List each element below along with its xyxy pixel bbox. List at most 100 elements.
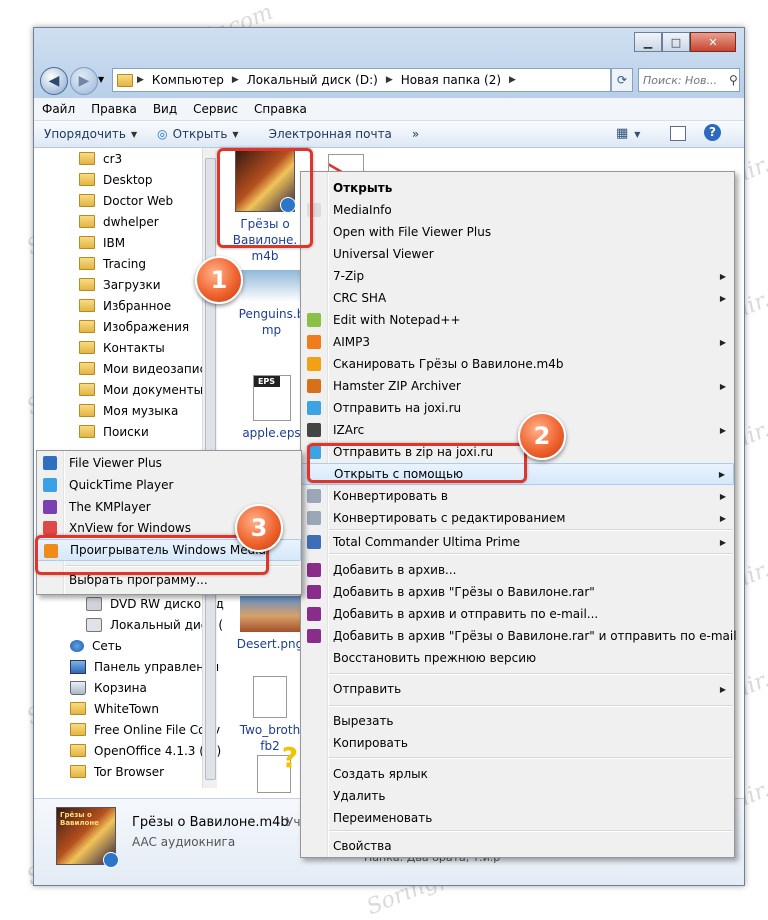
context-menu-item[interactable]: Создать ярлык [301, 763, 734, 785]
file-label: Penguins.b [238, 307, 305, 321]
breadcrumb-computer[interactable]: Компьютер [146, 73, 230, 87]
chevron-down-icon: ▼ [130, 129, 138, 139]
context-menu-item[interactable]: 7-Zip ▶ [301, 265, 734, 287]
file-item-penguins[interactable]: Penguins.b mp [234, 270, 309, 338]
menu-item-label: Edit with Notepad++ [333, 313, 461, 327]
menu-item-label: MediaInfo [333, 203, 392, 217]
context-menu-item[interactable]: MediaInfo [301, 199, 734, 221]
organize-button[interactable]: Упорядочить ▼ [34, 127, 147, 141]
winrar-icon [307, 607, 321, 621]
chevron-right-icon[interactable]: ▶ [384, 75, 395, 85]
tree-item[interactable]: Мои документы [79, 379, 203, 400]
minimize-button[interactable]: ▁ [634, 32, 662, 52]
menu-item-label: Open with File Viewer Plus [333, 225, 492, 239]
open-with-item[interactable]: QuickTime Player [37, 474, 301, 496]
context-menu-item[interactable]: Open with File Viewer Plus [301, 221, 734, 243]
context-menu-item[interactable]: Добавить в архив и отправить по e-mail..… [301, 603, 734, 625]
context-menu-item[interactable]: Удалить [301, 785, 734, 807]
tree-item[interactable]: cr3 [79, 148, 122, 169]
address-bar[interactable]: ▶ Компьютер ▶ Локальный диск (D:) ▶ Нова… [112, 68, 611, 92]
view-options-icon[interactable]: ▦ ▼ [616, 126, 640, 141]
search-input[interactable] [639, 72, 729, 88]
context-menu-item[interactable]: Сканировать Грёзы о Вавилоне.m4b [301, 353, 734, 375]
preview-pane-icon[interactable] [670, 126, 686, 141]
tree-item-label: dwhelper [103, 214, 159, 229]
chevron-right-icon[interactable]: ▶ [135, 75, 146, 85]
context-menu-item[interactable]: Конвертировать в ▶ [301, 485, 734, 507]
menu-tools[interactable]: Сервис [185, 102, 246, 116]
tree-item[interactable]: Загрузки [79, 274, 161, 295]
menu-help[interactable]: Справка [246, 102, 315, 116]
file-label: apple.eps [242, 426, 301, 440]
menu-item-label: Открыть [333, 181, 393, 195]
tree-item[interactable]: Мои видеозаписи [79, 358, 214, 379]
tree-item[interactable]: Избранное [79, 295, 171, 316]
context-menu-item[interactable]: Universal Viewer [301, 243, 734, 265]
context-menu-item[interactable]: Добавить в архив "Грёзы о Вавилоне.rar" [301, 581, 734, 603]
back-button[interactable]: ◀ [40, 67, 68, 95]
context-menu-item[interactable]: CRC SHA ▶ [301, 287, 734, 309]
maximize-button[interactable]: □ [662, 32, 690, 52]
tree-item[interactable]: Изображения [79, 316, 189, 337]
context-menu-item[interactable]: Переименовать [301, 807, 734, 829]
refresh-button[interactable]: ⟳ [611, 68, 633, 92]
breadcrumb-disk-d[interactable]: Локальный диск (D:) [241, 73, 384, 87]
tree-item[interactable]: Корзина [70, 677, 147, 698]
tree-item[interactable]: Tor Browser [70, 761, 164, 782]
chevron-right-icon[interactable]: ▶ [507, 75, 518, 85]
context-menu-item[interactable]: Добавить в архив... [301, 559, 734, 581]
help-icon[interactable]: ? [704, 124, 721, 141]
context-menu-item[interactable]: Конвертировать с редактированием ▶ [301, 507, 734, 529]
folder-icon [79, 152, 95, 165]
context-menu-item[interactable]: Восстановить прежнюю версию [301, 647, 734, 669]
tree-item[interactable]: Tracing [79, 253, 146, 274]
tree-item-label: Tor Browser [94, 764, 165, 779]
forward-button[interactable]: ▶ [70, 67, 98, 95]
control-panel-icon [70, 659, 86, 674]
menu-view[interactable]: Вид [145, 102, 185, 116]
menu-item-label: QuickTime Player [69, 478, 174, 492]
tree-item[interactable]: OpenOffice 4.1.3 (ru) [70, 740, 221, 761]
close-button[interactable]: ✕ [690, 32, 736, 52]
aimp-icon [307, 335, 321, 349]
tree-item[interactable]: Поиски [79, 421, 149, 442]
file-item-desert[interactable]: Desert.png [234, 596, 306, 652]
tree-item[interactable]: WhiteTown [70, 698, 159, 719]
context-menu-item[interactable]: Edit with Notepad++ [301, 309, 734, 331]
tree-item[interactable]: Сеть [70, 635, 122, 656]
tree-item[interactable]: IBM [79, 232, 125, 253]
file-item-unknown[interactable]: ? [249, 744, 299, 797]
context-menu-item[interactable]: Добавить в архив "Грёзы о Вавилоне.rar" … [301, 625, 737, 647]
file-item-apple-eps[interactable]: EPS apple.eps [239, 375, 304, 441]
tree-item[interactable]: Контакты [79, 337, 165, 358]
context-menu-item[interactable]: Копировать [301, 732, 734, 754]
chevron-right-icon[interactable]: ▶ [230, 75, 241, 85]
context-menu-item[interactable]: Отправить ▶ [301, 678, 734, 700]
context-menu-item[interactable]: Открыть [301, 177, 734, 199]
submenu-arrow-icon: ▶ [719, 537, 726, 547]
context-menu-item[interactable]: Hamster ZIP Archiver ▶ [301, 375, 734, 397]
folder-icon [79, 299, 95, 312]
tree-item[interactable]: Моя музыка [79, 400, 178, 421]
arrow-left-icon: ◀ [48, 73, 60, 89]
tree-item[interactable]: Desktop [79, 169, 153, 190]
tree-item[interactable]: dwhelper [79, 211, 159, 232]
email-button[interactable]: Электронная почта [259, 127, 402, 141]
context-menu-item[interactable]: Вырезать [301, 710, 734, 732]
context-menu-item[interactable]: Свойства [301, 835, 734, 857]
search-box[interactable]: ⚲ [638, 68, 740, 92]
open-with-item[interactable]: File Viewer Plus [37, 452, 301, 474]
context-menu-item[interactable]: Total Commander Ultima Prime ▶ [301, 531, 734, 553]
context-menu-item[interactable]: AIMP3 ▶ [301, 331, 734, 353]
tree-item[interactable]: Free Online File Conv [70, 719, 220, 740]
menu-file[interactable]: Файл [34, 102, 83, 116]
open-button[interactable]: ◎ Открыть ▼ [147, 127, 248, 141]
tree-item[interactable]: Doctor Web [79, 190, 173, 211]
folder-icon [70, 702, 86, 715]
history-dropdown-icon[interactable]: ▼ [98, 75, 104, 84]
breadcrumb-new-folder[interactable]: Новая папка (2) [395, 73, 507, 87]
menu-edit[interactable]: Правка [83, 102, 145, 116]
context-menu-item[interactable]: Отправить на joxi.ru [301, 397, 734, 419]
more-commands-button[interactable]: » [402, 127, 429, 141]
tree-item[interactable]: Панель управления [70, 656, 219, 677]
